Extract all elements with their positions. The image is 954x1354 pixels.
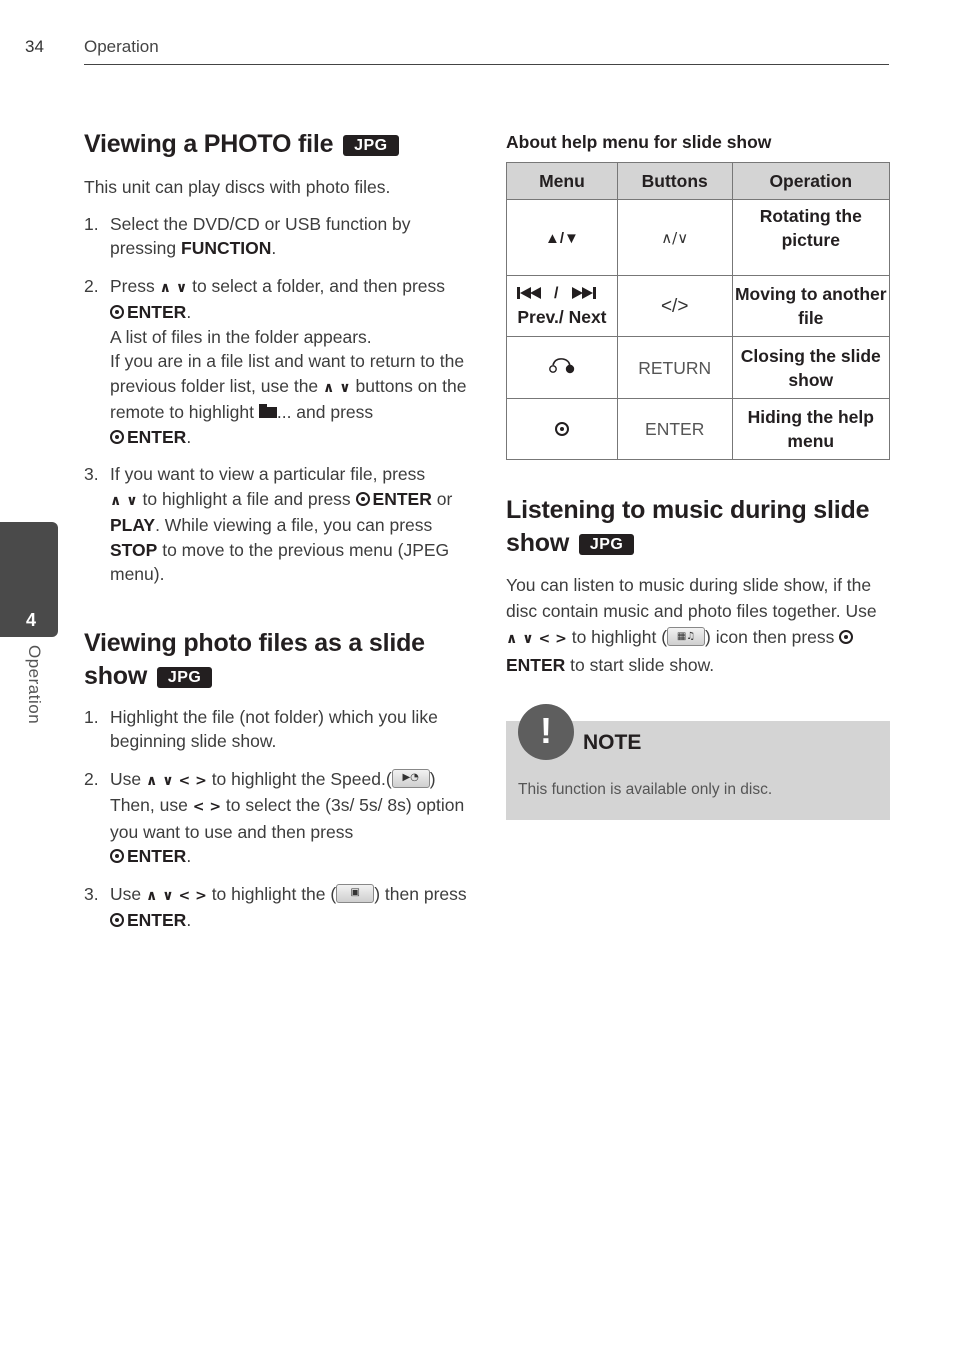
jpg-badge: JPG xyxy=(578,534,635,555)
slideshow-steps-list: 1. Highlight the file (not folder) which… xyxy=(84,705,474,933)
speed-icon: ▶◔ xyxy=(391,768,430,788)
intro-text: This unit can play discs with photo file… xyxy=(84,177,391,197)
photo-steps-list: 1. Select the DVD/CD or USB function by … xyxy=(84,212,474,587)
buttons-cell: ∧/∨ xyxy=(616,199,733,276)
down-arrow-icon: ∨ xyxy=(162,887,174,904)
note-box: ! NOTE This function is available only i… xyxy=(506,704,890,820)
svg-text:/: / xyxy=(554,285,559,301)
menu-cell: ▲/▼ xyxy=(506,199,618,276)
music-slideshow-icon: ▦♫ xyxy=(667,627,706,646)
chapter-label: Operation xyxy=(25,645,44,725)
return-icon xyxy=(549,357,575,373)
jpg-badge: JPG xyxy=(343,135,399,156)
down-arrow-icon: ∨ xyxy=(126,492,138,509)
operation-cell: Rotating the picture xyxy=(731,199,891,276)
up-down-triangle-icon: ▲/▼ xyxy=(544,229,579,247)
table-header-row: Menu Buttons Operation xyxy=(506,162,891,200)
chapter-number: 4 xyxy=(26,610,37,630)
running-header: Operation xyxy=(84,37,159,56)
page-number: 34 xyxy=(25,37,44,56)
right-arrow-icon: > xyxy=(195,887,207,904)
left-arrow-icon: < xyxy=(178,887,191,904)
left-arrow-icon: < xyxy=(178,772,191,789)
music-paragraph: You can listen to music during slide sho… xyxy=(506,575,877,675)
up-arrow-icon: ∧ xyxy=(145,887,158,904)
right-arrow-icon: > xyxy=(195,772,207,789)
jpg-badge: JPG xyxy=(156,666,213,688)
buttons-cell: </> xyxy=(616,275,733,337)
down-arrow-icon: ∨ xyxy=(175,279,188,296)
list-item: 1. Highlight the file (not folder) which… xyxy=(84,706,438,752)
list-item: 3. Use ∧ ∨ < > to highlight the (▣) then… xyxy=(84,883,467,930)
header-divider xyxy=(84,64,889,65)
up-arrow-icon: ∧ xyxy=(159,279,171,296)
enter-icon xyxy=(110,429,124,444)
column-header: Menu xyxy=(506,162,618,200)
up-arrow-icon: ∧ xyxy=(506,631,518,647)
left-column: Viewing a PHOTO file JPG This unit can p… xyxy=(84,128,474,946)
help-menu-table: Menu Buttons Operation ▲/▼ ∧/∨ Rotating … xyxy=(506,162,891,460)
enter-icon xyxy=(110,849,124,863)
list-item: 3. If you want to view a particular file… xyxy=(84,464,453,584)
table-row: / Prev./ Next </> Moving to another file xyxy=(506,275,891,337)
table-row: ENTER Hiding the help menu xyxy=(506,398,891,460)
right-column: About help menu for slide show Menu Butt… xyxy=(506,128,891,820)
enter-icon xyxy=(110,913,124,927)
column-header: Operation xyxy=(731,162,891,200)
table-row: RETURN Closing the slide show xyxy=(506,336,891,399)
right-arrow-icon: > xyxy=(209,799,222,815)
down-arrow-icon: ∨ xyxy=(522,631,534,647)
buttons-cell: RETURN xyxy=(616,336,733,399)
prev-next-label: Prev./ Next xyxy=(517,307,607,327)
operation-cell: Closing the slide show xyxy=(731,336,891,399)
section-title-music: Listening to music during slide show JPG xyxy=(506,496,870,557)
left-arrow-icon: < xyxy=(538,631,551,647)
note-title: NOTE xyxy=(583,731,642,754)
column-header: Buttons xyxy=(616,162,733,200)
operation-cell: Moving to another file xyxy=(731,275,891,337)
list-item: 1. Select the DVD/CD or USB function by … xyxy=(84,213,411,259)
table-row: ▲/▼ ∧/∨ Rotating the picture xyxy=(506,199,891,276)
enter-icon xyxy=(110,305,124,319)
right-arrow-icon: > xyxy=(555,631,567,647)
buttons-cell: ENTER xyxy=(616,398,733,460)
enter-icon xyxy=(554,422,569,436)
menu-cell: / Prev./ Next xyxy=(506,275,618,337)
folder-icon xyxy=(258,404,277,418)
menu-cell xyxy=(506,398,618,460)
note-text: This function is available only in disc. xyxy=(518,781,773,798)
down-arrow-icon: ∨ xyxy=(162,772,174,789)
up-arrow-icon: ∧ xyxy=(145,772,158,789)
section-title-viewing-photo: Viewing a PHOTO file JPG xyxy=(84,128,474,161)
slideshow-icon: ▣ xyxy=(336,883,375,903)
prev-next-icon: / xyxy=(516,285,596,302)
list-item: 2. Press ∧ ∨ to select a folder, and the… xyxy=(84,275,467,447)
help-table-heading: About help menu for slide show xyxy=(506,132,772,152)
enter-icon xyxy=(355,491,370,506)
menu-cell xyxy=(506,336,618,399)
up-arrow-icon: ∧ xyxy=(110,492,122,509)
down-arrow-icon: ∨ xyxy=(339,379,351,396)
section-title-slideshow: Viewing photo files as a slide show JPG xyxy=(84,628,425,690)
list-item: 2. Use ∧ ∨ < > to highlight the Speed.(▶… xyxy=(84,768,465,866)
enter-icon xyxy=(839,630,854,644)
operation-cell: Hiding the help menu xyxy=(731,398,891,460)
left-arrow-icon: < xyxy=(192,799,205,815)
up-arrow-icon: ∧ xyxy=(323,379,335,396)
exclamation-icon: ! xyxy=(518,704,574,760)
